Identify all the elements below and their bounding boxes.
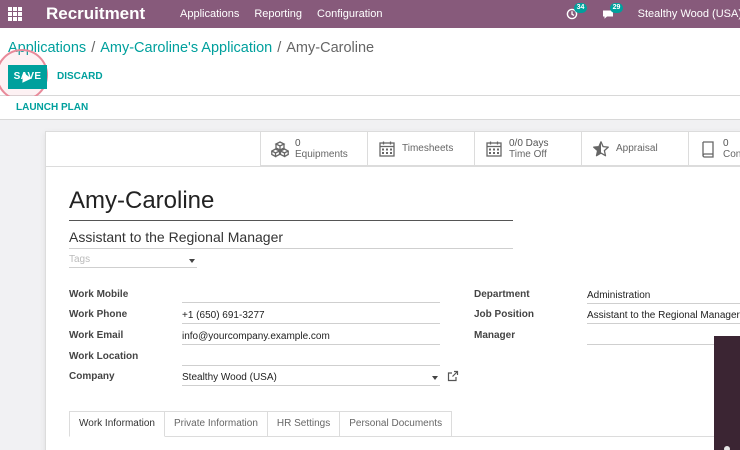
breadcrumb-application[interactable]: Amy-Caroline's Application	[100, 40, 272, 56]
webcam-overlay	[714, 336, 740, 450]
discard-button[interactable]: DISCARD	[57, 65, 103, 89]
work-location-label: Work Location	[69, 351, 139, 362]
job-position-field[interactable]: Assistant to the Regional Manager	[587, 310, 740, 321]
top-navbar: Recruitment Applications Reporting Confi…	[0, 0, 740, 28]
company-label: Company	[69, 371, 115, 382]
tabs-baseline	[447, 436, 740, 437]
breadcrumb: Applications / Amy-Caroline's Application /…	[8, 40, 374, 56]
tab-work-information[interactable]: Work Information	[69, 411, 165, 437]
main-menu: Applications Reporting Configuration	[180, 0, 397, 28]
work-email-underline	[182, 344, 440, 345]
contracts-smart-button[interactable]: 0 Con	[688, 132, 740, 166]
systray: 34 29 Stealthy Wood (USA)	[566, 0, 740, 28]
equipments-smart-button[interactable]: 0 Equipments	[260, 132, 367, 166]
apps-menu-icon[interactable]	[8, 7, 22, 21]
employee-name-field[interactable]: Amy-Caroline	[69, 187, 214, 215]
department-underline	[587, 303, 740, 304]
tab-hr-settings[interactable]: HR Settings	[267, 411, 341, 437]
activity-clock-icon[interactable]: 34	[566, 3, 588, 20]
time-off-label: Time Off	[509, 148, 547, 160]
company-field[interactable]: Stealthy Wood (USA)	[182, 372, 277, 383]
equipments-count: 0	[295, 137, 301, 149]
overlay-indicator	[724, 446, 730, 450]
message-count-badge: 29	[609, 3, 624, 13]
book-icon	[702, 140, 714, 158]
work-mobile-label: Work Mobile	[69, 289, 129, 300]
form-sheet: 0 Equipments Timesheets 0/0 Days Time Off …	[45, 131, 740, 450]
job-title-underline	[69, 248, 513, 249]
external-link-icon[interactable]	[447, 370, 459, 382]
form-tabs: Work Information Private Information HR …	[69, 411, 453, 437]
work-location-underline	[182, 365, 440, 366]
work-phone-underline	[182, 323, 440, 324]
equipments-label: Equipments	[295, 148, 348, 160]
work-mobile-underline	[182, 302, 440, 303]
tags-dropdown-icon[interactable]	[189, 259, 195, 263]
breadcrumb-separator: /	[91, 40, 96, 56]
breadcrumb-current: Amy-Caroline	[286, 40, 375, 56]
cubes-icon	[271, 140, 289, 158]
breadcrumb-separator: /	[277, 40, 282, 56]
company-dropdown-icon[interactable]	[432, 376, 438, 380]
appraisal-smart-button[interactable]: Appraisal	[581, 132, 688, 166]
calendar-icon	[486, 141, 502, 157]
form-statusbar: LAUNCH PLAN	[0, 96, 740, 120]
company-underline	[182, 385, 440, 386]
launch-plan-button[interactable]: LAUNCH PLAN	[16, 102, 88, 113]
time-off-value: 0/0 Days	[509, 137, 549, 149]
calendar-icon	[379, 141, 395, 157]
job-position-underline	[587, 323, 740, 324]
appraisal-label: Appraisal	[616, 143, 658, 154]
menu-item-configuration[interactable]: Configuration	[317, 8, 382, 20]
work-phone-label: Work Phone	[69, 309, 128, 320]
tags-underline	[69, 267, 197, 268]
timesheets-smart-button[interactable]: Timesheets	[367, 132, 474, 166]
work-email-label: Work Email	[69, 330, 124, 341]
star-half-icon	[593, 140, 609, 156]
control-panel: Applications / Amy-Caroline's Application /…	[0, 28, 740, 101]
tags-input[interactable]: Tags	[69, 254, 90, 265]
app-name[interactable]: Recruitment	[46, 4, 145, 24]
job-position-label: Job Position	[474, 309, 534, 320]
timesheets-label: Timesheets	[402, 143, 454, 154]
tab-personal-documents[interactable]: Personal Documents	[340, 411, 453, 437]
tab-private-information[interactable]: Private Information	[164, 411, 268, 437]
department-label: Department	[474, 289, 530, 300]
smart-buttons-divider	[46, 166, 740, 167]
name-field-underline	[69, 220, 513, 221]
company-switcher[interactable]: Stealthy Wood (USA)	[638, 8, 740, 20]
contracts-label: Con	[723, 148, 740, 160]
menu-item-applications[interactable]: Applications	[180, 8, 239, 20]
job-title-field[interactable]: Assistant to the Regional Manager	[69, 229, 283, 245]
manager-label: Manager	[474, 330, 516, 341]
messages-chat-icon[interactable]: 29	[602, 3, 624, 20]
time-off-smart-button[interactable]: 0/0 Days Time Off	[474, 132, 581, 166]
menu-item-reporting[interactable]: Reporting	[254, 8, 302, 20]
department-field[interactable]: Administration	[587, 290, 650, 301]
work-email-field[interactable]: info@yourcompany.example.com	[182, 331, 330, 342]
work-phone-field[interactable]: +1 (650) 691-3277	[182, 310, 265, 321]
activity-count-badge: 34	[573, 3, 588, 13]
contracts-count: 0	[723, 137, 729, 149]
